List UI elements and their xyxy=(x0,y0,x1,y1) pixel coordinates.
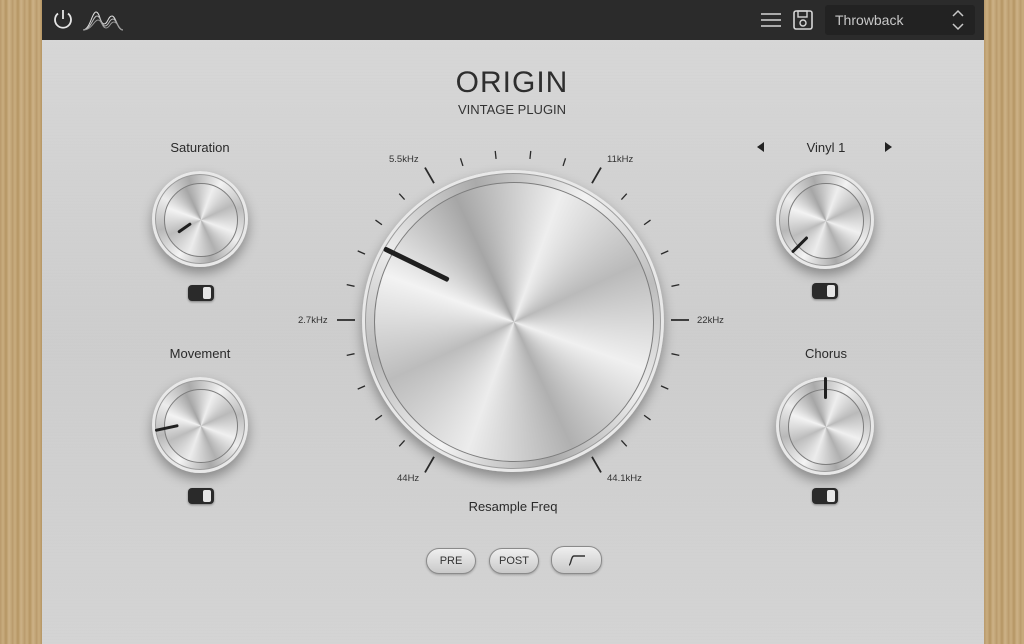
filter-shape-button[interactable] xyxy=(551,546,602,574)
post-button[interactable]: POST xyxy=(489,548,539,574)
freq-label-44-1khz: 44.1kHz xyxy=(607,473,642,484)
scale-tick xyxy=(660,250,669,255)
scale-tick xyxy=(494,150,497,159)
scale-tick xyxy=(591,167,602,184)
resample-freq-label: Resample Freq xyxy=(468,499,558,514)
scale-tick xyxy=(398,439,406,447)
scale-tick xyxy=(671,353,680,356)
freq-label-22khz: 22kHz xyxy=(697,315,724,326)
scale-tick xyxy=(375,219,383,226)
scale-tick xyxy=(357,385,366,390)
scale-tick xyxy=(398,193,406,201)
scale-tick xyxy=(591,456,602,473)
scale-tick xyxy=(620,193,628,201)
scale-tick xyxy=(357,250,366,255)
scale-tick xyxy=(562,158,567,167)
scale-tick xyxy=(346,353,355,356)
scale-tick xyxy=(671,284,680,287)
freq-label-2-7khz: 2.7kHz xyxy=(298,315,328,326)
freq-label-44hz: 44Hz xyxy=(397,473,420,484)
scale-tick xyxy=(643,219,651,226)
scale-tick xyxy=(375,414,383,421)
scale-tick xyxy=(529,150,532,159)
filter-curve-icon xyxy=(568,555,585,566)
scale-tick xyxy=(620,439,628,447)
scale-tick xyxy=(643,414,651,421)
pre-button[interactable]: PRE xyxy=(426,548,476,574)
scale-tick xyxy=(424,167,435,184)
scale-tick xyxy=(424,456,435,473)
scale-tick xyxy=(459,158,464,167)
scale-tick xyxy=(346,284,355,287)
scale-tick xyxy=(660,385,669,390)
freq-label-11khz: 11kHz xyxy=(607,154,634,165)
freq-label-5-5khz: 5.5kHz xyxy=(389,154,419,165)
resample-freq-knob[interactable] xyxy=(362,170,664,472)
